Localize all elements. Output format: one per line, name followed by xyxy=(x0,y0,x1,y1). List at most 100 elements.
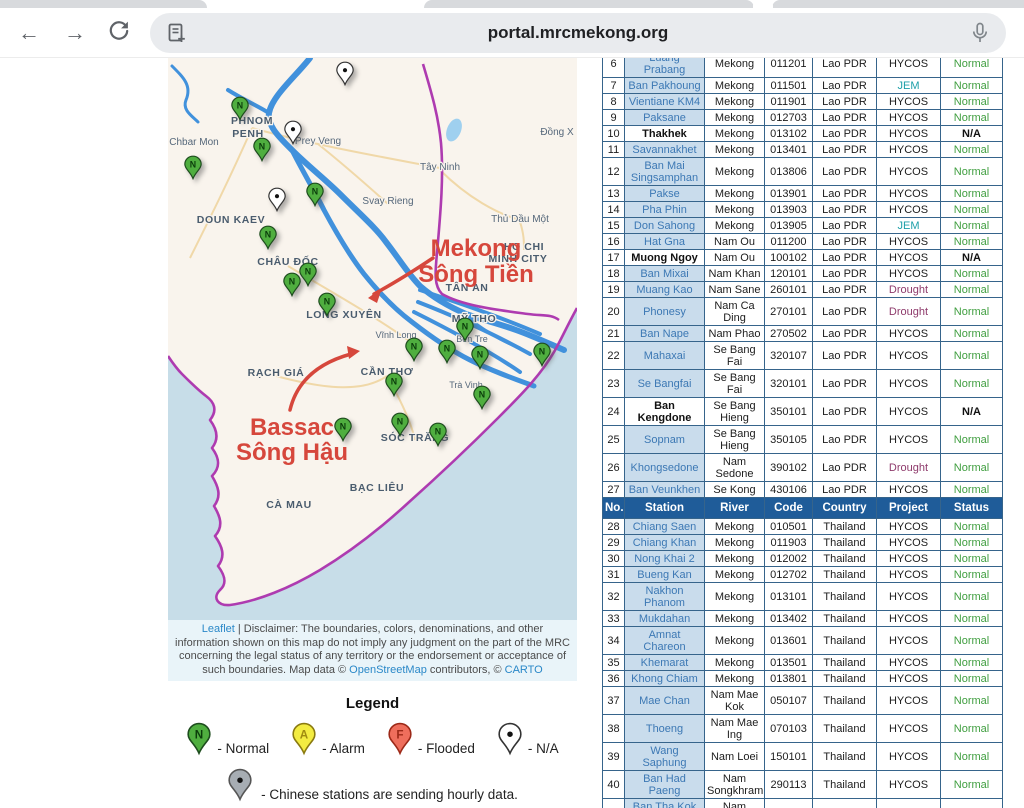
table-row: 19Muang KaoNam Sane260101Lao PDRDroughtN… xyxy=(603,282,1003,298)
station-cell[interactable]: Se Bangfai xyxy=(625,370,705,398)
station-cell[interactable]: Khong Chiam xyxy=(625,671,705,687)
station-cell[interactable]: Phonesy xyxy=(625,298,705,326)
legend-item-label: - Normal xyxy=(217,741,269,756)
browser-tab[interactable] xyxy=(424,0,754,8)
svg-text:N: N xyxy=(539,346,545,356)
reload-button[interactable] xyxy=(102,16,136,50)
table-row: 40Ban Had PaengNam Songkhram290113Thaila… xyxy=(603,771,1003,799)
river-cell: Mekong xyxy=(705,519,765,535)
station-cell[interactable]: Khemarat xyxy=(625,655,705,671)
table-row: 17Muong NgoyNam Ou100102Lao PDRHYCOSN/A xyxy=(603,250,1003,266)
project-cell: HYCOS xyxy=(877,202,941,218)
project-cell: HYCOS xyxy=(877,234,941,250)
url-text[interactable]: portal.mrcmekong.org xyxy=(150,23,1006,43)
country-cell: Thailand xyxy=(813,551,877,567)
station-cell[interactable]: Ban Tha Kok Daeng xyxy=(625,799,705,808)
status-cell: Normal xyxy=(941,186,1003,202)
code-cell: 290113 xyxy=(765,771,813,799)
page-tools-icon[interactable] xyxy=(164,21,188,50)
river-cell: Mekong xyxy=(705,142,765,158)
leaflet-link[interactable]: Leaflet xyxy=(202,623,235,635)
svg-text:N: N xyxy=(324,296,330,306)
status-cell: Normal xyxy=(941,298,1003,326)
back-button[interactable]: ← xyxy=(12,16,46,50)
browser-tab[interactable] xyxy=(772,0,1024,8)
table-row: 30Nong Khai 2Mekong012002ThailandHYCOSNo… xyxy=(603,551,1003,567)
station-cell[interactable]: Savannakhet xyxy=(625,142,705,158)
code-cell: 100102 xyxy=(765,250,813,266)
code-cell: 290102 xyxy=(765,799,813,808)
table-row: 7Ban PakhoungMekong011501Lao PDRJEMNorma… xyxy=(603,78,1003,94)
status-cell: Normal xyxy=(941,282,1003,298)
project-cell: HYCOS xyxy=(877,398,941,426)
code-cell: 070103 xyxy=(765,715,813,743)
country-cell: Lao PDR xyxy=(813,158,877,186)
project-cell: Drought xyxy=(877,298,941,326)
svg-text:N: N xyxy=(444,343,450,353)
station-cell[interactable]: Ban Pakhoung xyxy=(625,78,705,94)
project-cell: HYCOS xyxy=(877,482,941,498)
station-cell[interactable]: Pakse xyxy=(625,186,705,202)
leaflet-map[interactable]: Chbar MonPHNOMPENHPrey VengTây NinhĐồng … xyxy=(168,58,577,620)
station-cell[interactable]: Thoeng xyxy=(625,715,705,743)
browser-tab[interactable] xyxy=(0,0,207,8)
country-cell: Thailand xyxy=(813,611,877,627)
station-cell[interactable]: Wang Saphung xyxy=(625,743,705,771)
station-cell[interactable]: Khongsedone xyxy=(625,454,705,482)
station-cell[interactable]: Vientiane KM4 xyxy=(625,94,705,110)
station-cell[interactable]: Ban Mixai xyxy=(625,266,705,282)
station-cell[interactable]: Don Sahong xyxy=(625,218,705,234)
code-cell: 320101 xyxy=(765,370,813,398)
table-row: 15Don SahongMekong013905Lao PDRJEMNormal xyxy=(603,218,1003,234)
url-bar[interactable]: portal.mrcmekong.org xyxy=(150,13,1006,53)
station-cell[interactable]: Ban Had Paeng xyxy=(625,771,705,799)
carto-link[interactable]: CARTO xyxy=(505,664,543,676)
station-cell[interactable]: Mukdahan xyxy=(625,611,705,627)
project-cell: HYCOS xyxy=(877,583,941,611)
station-cell[interactable]: Ban Nape xyxy=(625,326,705,342)
osm-link[interactable]: OpenStreetMap xyxy=(349,664,427,676)
station-cell[interactable]: Luang Prabang xyxy=(625,58,705,78)
station-cell[interactable]: Pha Phin xyxy=(625,202,705,218)
browser-tab[interactable] xyxy=(753,0,773,8)
stations-table-region: 6Luang PrabangMekong011201Lao PDRHYCOSNo… xyxy=(602,58,1008,808)
river-cell: Se Bang Hieng xyxy=(705,426,765,454)
station-cell[interactable]: Nakhon Phanom xyxy=(625,583,705,611)
river-cell: Mekong xyxy=(705,94,765,110)
map-place-label: Thủ Dầu Một xyxy=(491,213,549,225)
station-cell[interactable]: Ban Mai Singsamphan xyxy=(625,158,705,186)
table-row: 21Ban NapeNam Phao270502Lao PDRHYCOSNorm… xyxy=(603,326,1003,342)
country-cell: Lao PDR xyxy=(813,202,877,218)
station-cell[interactable]: Chiang Khan xyxy=(625,535,705,551)
station-cell[interactable]: Hat Gna xyxy=(625,234,705,250)
country-cell: Lao PDR xyxy=(813,142,877,158)
station-cell[interactable]: Amnat Chareon xyxy=(625,627,705,655)
microphone-icon[interactable] xyxy=(968,21,992,50)
code-cell: 270101 xyxy=(765,298,813,326)
station-cell[interactable]: Paksane xyxy=(625,110,705,126)
country-cell: Thailand xyxy=(813,655,877,671)
station-cell[interactable]: Nong Khai 2 xyxy=(625,551,705,567)
country-cell: Lao PDR xyxy=(813,234,877,250)
station-cell[interactable]: Muang Kao xyxy=(625,282,705,298)
project-cell: HYCOS xyxy=(877,743,941,771)
country-cell: Lao PDR xyxy=(813,78,877,94)
forward-button[interactable]: → xyxy=(58,16,92,50)
project-cell: HYCOS xyxy=(877,158,941,186)
station-cell[interactable]: Mahaxai xyxy=(625,342,705,370)
station-cell[interactable]: Mae Chan xyxy=(625,687,705,715)
status-cell: Normal xyxy=(941,715,1003,743)
browser-toolbar: ← → portal.mrcmekong.org xyxy=(0,8,1024,58)
project-cell: JEM xyxy=(877,218,941,234)
svg-text:F: F xyxy=(396,728,403,741)
station-cell[interactable]: Ban Veunkhen xyxy=(625,482,705,498)
status-cell: Normal xyxy=(941,342,1003,370)
station-cell[interactable]: Sopnam xyxy=(625,426,705,454)
table-row: 10ThakhekMekong013102Lao PDRHYCOSN/A xyxy=(603,126,1003,142)
station-cell[interactable]: Chiang Saen xyxy=(625,519,705,535)
code-cell: 013101 xyxy=(765,583,813,611)
status-cell: Normal xyxy=(941,218,1003,234)
legend-title: Legend xyxy=(168,695,577,712)
station-cell[interactable]: Bueng Kan xyxy=(625,567,705,583)
table-row: 39Wang SaphungNam Loei150101ThailandHYCO… xyxy=(603,743,1003,771)
